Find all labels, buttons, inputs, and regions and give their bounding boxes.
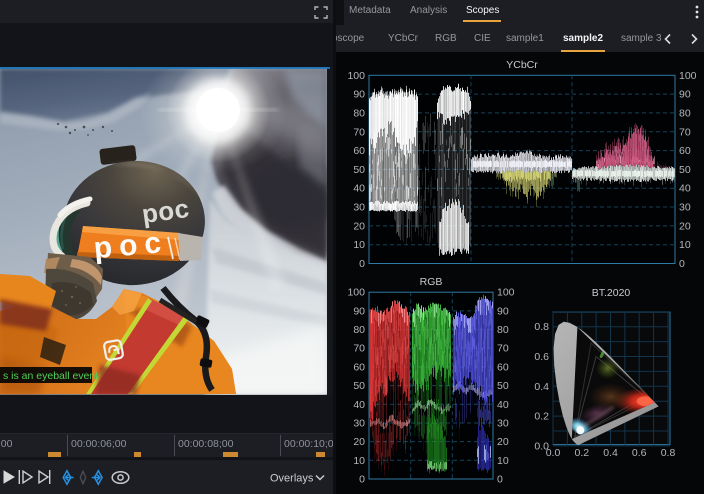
svg-text:0.8: 0.8 bbox=[661, 447, 676, 459]
svg-text:0: 0 bbox=[359, 258, 365, 270]
svg-text:10: 10 bbox=[679, 239, 691, 251]
svg-text:10: 10 bbox=[353, 239, 365, 251]
svg-text:0: 0 bbox=[679, 258, 685, 270]
svg-text:s is an eyeball event: s is an eyeball event bbox=[3, 370, 98, 382]
svg-text:90: 90 bbox=[353, 305, 365, 317]
svg-text:60: 60 bbox=[353, 145, 365, 157]
svg-text:0.4: 0.4 bbox=[603, 447, 618, 459]
svg-text:0.2: 0.2 bbox=[574, 447, 589, 459]
svg-text:60: 60 bbox=[679, 145, 691, 157]
svg-text:70: 70 bbox=[497, 343, 509, 355]
svg-text:80: 80 bbox=[679, 107, 691, 119]
svg-text:poc: poc bbox=[92, 226, 169, 265]
svg-text:50: 50 bbox=[497, 380, 509, 392]
svg-text:0.0: 0.0 bbox=[546, 447, 561, 459]
svg-text:0: 0 bbox=[359, 474, 365, 486]
svg-text:50: 50 bbox=[353, 164, 365, 176]
svg-text:0: 0 bbox=[497, 474, 503, 486]
svg-text:Overlays: Overlays bbox=[270, 473, 314, 485]
svg-text:30: 30 bbox=[679, 202, 691, 214]
svg-text:90: 90 bbox=[353, 89, 365, 101]
svg-text:40: 40 bbox=[353, 399, 365, 411]
svg-text:70: 70 bbox=[353, 126, 365, 138]
svg-text:30: 30 bbox=[353, 202, 365, 214]
svg-text:90: 90 bbox=[497, 305, 509, 317]
svg-text:0.4: 0.4 bbox=[534, 381, 549, 393]
svg-text:RGB: RGB bbox=[420, 276, 443, 288]
svg-text:10: 10 bbox=[497, 455, 509, 467]
svg-text:70: 70 bbox=[353, 343, 365, 355]
svg-text:0.2: 0.2 bbox=[534, 411, 549, 423]
svg-text:70: 70 bbox=[679, 126, 691, 138]
svg-text:100: 100 bbox=[679, 70, 697, 82]
svg-text:80: 80 bbox=[353, 324, 365, 336]
svg-text:100: 100 bbox=[347, 70, 365, 82]
svg-text:60: 60 bbox=[353, 361, 365, 373]
svg-text:20: 20 bbox=[353, 436, 365, 448]
svg-text:20: 20 bbox=[679, 220, 691, 232]
svg-text:40: 40 bbox=[497, 399, 509, 411]
svg-text:50: 50 bbox=[679, 164, 691, 176]
svg-text:0.6: 0.6 bbox=[632, 447, 647, 459]
svg-text:100: 100 bbox=[497, 287, 515, 299]
svg-text:10: 10 bbox=[353, 455, 365, 467]
svg-text:50: 50 bbox=[353, 380, 365, 392]
svg-text:0.6: 0.6 bbox=[534, 351, 549, 363]
svg-text:40: 40 bbox=[353, 183, 365, 195]
svg-text:80: 80 bbox=[353, 107, 365, 119]
svg-text:YCbCr: YCbCr bbox=[506, 59, 538, 71]
svg-text:100: 100 bbox=[347, 287, 365, 299]
svg-text:0.8: 0.8 bbox=[534, 321, 549, 333]
svg-text:30: 30 bbox=[497, 418, 509, 430]
svg-text:20: 20 bbox=[497, 436, 509, 448]
svg-text:90: 90 bbox=[679, 89, 691, 101]
svg-text:60: 60 bbox=[497, 361, 509, 373]
svg-text:20: 20 bbox=[353, 220, 365, 232]
svg-text:80: 80 bbox=[497, 324, 509, 336]
svg-text:40: 40 bbox=[679, 183, 691, 195]
svg-text:30: 30 bbox=[353, 418, 365, 430]
svg-text:BT.2020: BT.2020 bbox=[592, 287, 631, 299]
